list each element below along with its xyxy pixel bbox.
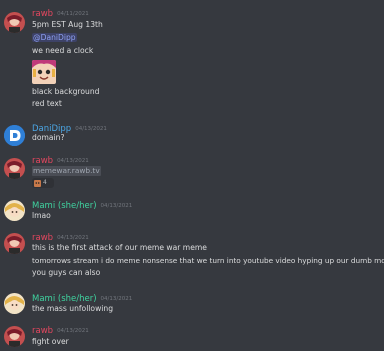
rawb-avatar[interactable]: [4, 233, 25, 254]
message-line: @DaniDipp: [32, 33, 77, 43]
message-text: we need a clock: [32, 46, 94, 55]
message-text: the mass unfollowing: [32, 304, 114, 313]
mami-avatar[interactable]: [4, 293, 25, 314]
author-name[interactable]: rawb: [32, 233, 53, 243]
message-text: tomorrows stream i do meme nonsense that…: [32, 256, 384, 265]
author-name[interactable]: rawb: [32, 326, 53, 336]
author-name[interactable]: rawb: [32, 156, 53, 166]
rawb-avatar[interactable]: [4, 12, 25, 33]
reaction-emoji-icon: [34, 179, 41, 187]
author-name[interactable]: Mami (she/her): [32, 201, 97, 211]
timestamp: 04/13/2021: [100, 296, 133, 302]
timestamp: 04/13/2021: [100, 203, 133, 209]
timestamp: 04/13/2021: [57, 328, 89, 334]
timestamp: 04/11/2021: [57, 11, 89, 17]
timestamp: 04/13/2021: [75, 126, 107, 132]
message-text: this is the first attack of our meme war…: [32, 243, 207, 252]
message-text: domain?: [32, 133, 65, 142]
message-text: you guys can also: [32, 268, 101, 277]
message-link[interactable]: memewar.rawb.tv: [32, 166, 101, 176]
danidipp-avatar[interactable]: [4, 125, 25, 146]
message-text: lmao: [32, 211, 51, 220]
message-text: 5pm EST Aug 13th: [32, 20, 103, 29]
user-mention[interactable]: @DaniDipp: [32, 33, 77, 42]
custom-emoji-image[interactable]: [32, 60, 56, 84]
timestamp: 04/13/2021: [57, 158, 89, 164]
author-name[interactable]: rawb: [32, 9, 53, 19]
reaction-button[interactable]: 4: [32, 178, 54, 188]
rawb-avatar[interactable]: [4, 158, 25, 179]
rawb-avatar[interactable]: [4, 326, 25, 347]
mami-avatar[interactable]: [4, 200, 25, 221]
message-text: fight over: [32, 337, 69, 346]
timestamp: 04/13/2021: [57, 235, 89, 241]
message-text: black background: [32, 87, 100, 96]
author-name[interactable]: Mami (she/her): [32, 294, 97, 304]
message-text: red text: [32, 99, 62, 108]
reaction-count: 4: [43, 179, 47, 186]
